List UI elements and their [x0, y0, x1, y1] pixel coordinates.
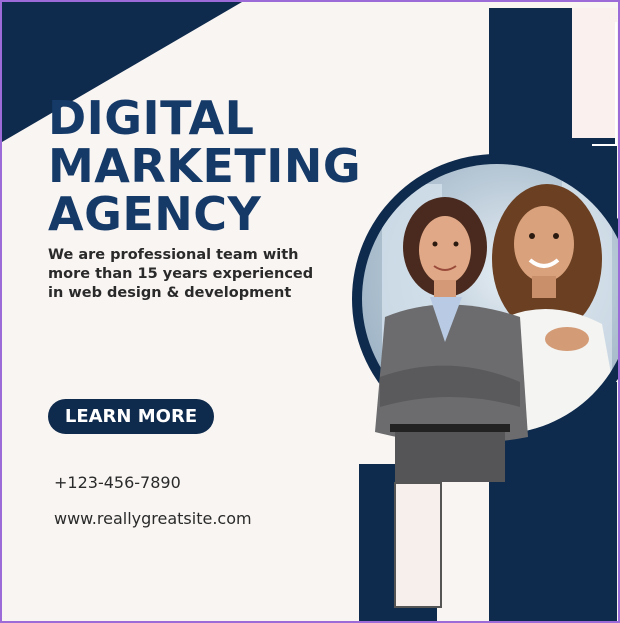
headline-line-2: MARKETING — [48, 139, 362, 193]
description-line-2: more than 15 years experienced — [48, 266, 314, 282]
description-line-3: in web design & development — [48, 285, 292, 301]
phone-number: +123-456-7890 — [54, 473, 181, 492]
learn-more-button[interactable]: LEARN MORE — [48, 399, 214, 434]
headline-line-1: DIGITAL — [48, 91, 255, 145]
website-url: www.reallygreatsite.com — [54, 509, 252, 528]
description-line-1: We are professional team with — [48, 247, 299, 263]
right-notch-outline — [592, 22, 617, 146]
description: We are professional team with more than … — [48, 246, 348, 303]
bottom-outline-block — [394, 482, 442, 608]
headline: DIGITAL MARKETING AGENCY — [48, 94, 408, 238]
marketing-poster: DIGITAL MARKETING AGENCY We are professi… — [0, 0, 620, 623]
headline-line-3: AGENCY — [48, 187, 262, 241]
